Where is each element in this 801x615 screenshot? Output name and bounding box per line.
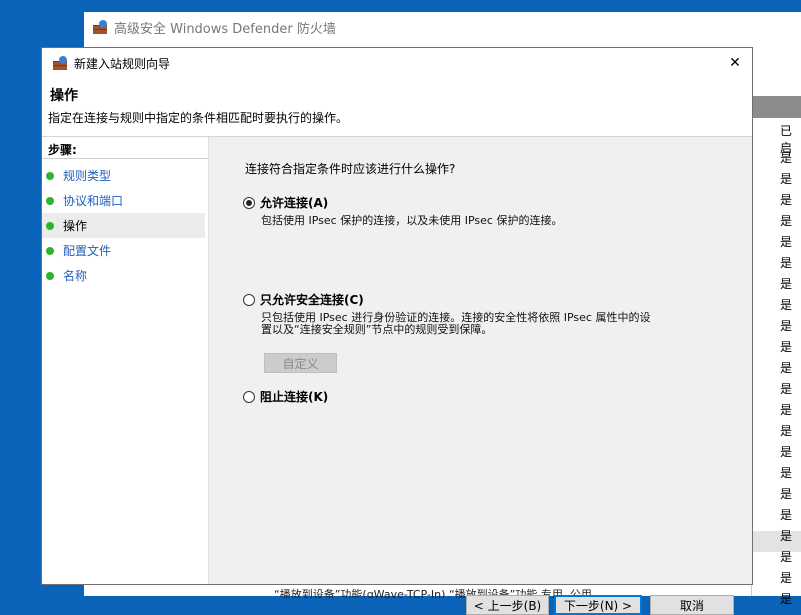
option-block-connection[interactable]: 阻止连接(K) xyxy=(243,388,328,405)
enabled-cell: 是 xyxy=(780,550,793,564)
enabled-cell: 是 xyxy=(780,340,793,354)
new-inbound-rule-wizard: 新建入站规则向导 ✕ 操作 指定在连接与规则中指定的条件相匹配时要执行的操作。 … xyxy=(41,47,753,615)
enabled-cell: 是 xyxy=(780,256,793,270)
enabled-cell: 是 xyxy=(780,382,793,396)
enabled-cell: 是 xyxy=(780,277,793,291)
enabled-cell: 是 xyxy=(780,319,793,333)
wizard-header: 操作 指定在连接与规则中指定的条件相匹配时要执行的操作。 xyxy=(42,78,752,137)
step-bullet-icon xyxy=(46,246,54,255)
step-bullet-icon xyxy=(46,171,54,180)
main-window-title: 高级安全 Windows Defender 防火墙 xyxy=(114,21,336,37)
close-button[interactable]: ✕ xyxy=(718,48,752,78)
enabled-cell: 是 xyxy=(780,361,793,375)
next-button[interactable]: 下一步(N) > xyxy=(554,595,642,615)
back-button[interactable]: < 上一步(B) xyxy=(466,595,549,615)
step-bullet-icon xyxy=(46,196,54,205)
enabled-cell: 是 xyxy=(780,466,793,480)
wizard-title: 新建入站规则向导 xyxy=(74,56,171,71)
option-allow-connection[interactable]: 允许连接(A) xyxy=(243,194,328,211)
main-window-titlebar: 高级安全 Windows Defender 防火墙 xyxy=(84,12,801,42)
step-bullet-icon xyxy=(46,271,54,280)
customize-button[interactable]: 自定义 xyxy=(264,353,337,373)
enabled-cell: 是 xyxy=(780,424,793,438)
list-toolbar xyxy=(752,96,801,118)
page-description: 指定在连接与规则中指定的条件相匹配时要执行的操作。 xyxy=(48,111,349,125)
action-options-panel: 连接符合指定条件时应该进行什么操作? 允许连接(A) 包括使用 IPsec 保护… xyxy=(209,137,752,615)
enabled-cell: 是 xyxy=(780,298,793,312)
steps-title: 步骤: xyxy=(48,143,77,157)
cancel-button[interactable]: 取消 xyxy=(650,595,734,615)
enabled-cell: 是 xyxy=(780,571,793,585)
enabled-column-values: 是是是是是是是是是是是是是是是是是是是是是是 xyxy=(780,148,792,610)
enabled-cell: 是 xyxy=(780,592,793,606)
divider xyxy=(42,158,208,159)
option-allow-desc: 包括使用 IPsec 保护的连接，以及未使用 IPsec 保护的连接。 xyxy=(261,214,563,227)
option-secure-desc-line2: 置以及“连接安全规则”节点中的规则受到保障。 xyxy=(261,323,493,336)
enabled-cell: 是 xyxy=(780,445,793,459)
enabled-cell: 是 xyxy=(780,193,793,207)
question-text: 连接符合指定条件时应该进行什么操作? xyxy=(245,162,456,176)
radio-secure-only[interactable] xyxy=(243,293,255,306)
step-label: 配置文件 xyxy=(63,244,112,258)
selected-row[interactable] xyxy=(752,531,801,552)
step-profile[interactable]: 配置文件 xyxy=(42,238,208,263)
radio-block[interactable] xyxy=(243,390,255,403)
option-label: 只允许安全连接(C) xyxy=(260,293,364,307)
step-rule-type[interactable]: 规则类型 xyxy=(42,163,208,188)
page-title: 操作 xyxy=(50,88,78,104)
enabled-cell: 是 xyxy=(780,172,793,186)
option-label: 允许连接(A) xyxy=(260,196,329,210)
rules-list-pane[interactable]: 已启 是是是是是是是是是是是是是是是是是是是是是是 xyxy=(751,62,801,606)
option-label: 阻止连接(K) xyxy=(260,390,329,404)
close-icon: ✕ xyxy=(729,55,741,71)
step-label: 规则类型 xyxy=(63,169,112,183)
enabled-cell: 是 xyxy=(780,487,793,501)
enabled-cell: 是 xyxy=(780,151,793,165)
step-bullet-icon xyxy=(46,221,54,230)
step-name[interactable]: 名称 xyxy=(42,263,208,288)
enabled-cell: 是 xyxy=(780,235,793,249)
wizard-titlebar: 新建入站规则向导 ✕ xyxy=(42,48,752,78)
step-label: 操作 xyxy=(63,219,88,233)
firewall-icon xyxy=(93,20,107,34)
steps-panel: 步骤: 规则类型 协议和端口 操作 配置文件 名称 xyxy=(42,137,209,584)
enabled-cell: 是 xyxy=(780,403,793,417)
firewall-icon xyxy=(53,56,67,70)
enabled-cell: 是 xyxy=(780,529,793,543)
option-allow-secure-only[interactable]: 只允许安全连接(C) xyxy=(243,291,364,308)
step-label: 名称 xyxy=(63,269,88,283)
step-protocol-and-ports[interactable]: 协议和端口 xyxy=(42,188,208,213)
step-label: 协议和端口 xyxy=(63,194,124,208)
enabled-cell: 是 xyxy=(780,214,793,228)
enabled-cell: 是 xyxy=(780,508,793,522)
column-header-enabled[interactable]: 已启 xyxy=(752,122,801,155)
step-action[interactable]: 操作 xyxy=(42,213,205,238)
radio-allow[interactable] xyxy=(243,196,255,209)
